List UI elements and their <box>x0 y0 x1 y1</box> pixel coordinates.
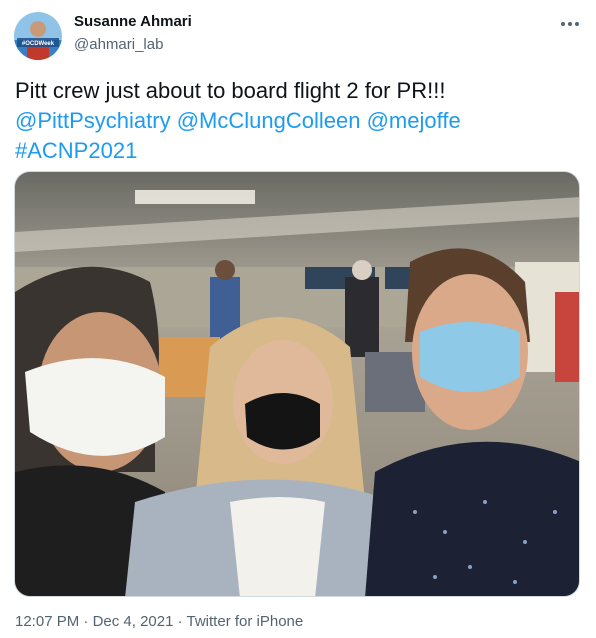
tweet-source[interactable]: Twitter for iPhone <box>187 613 304 630</box>
meta-separator-2: · <box>173 613 187 630</box>
meta-separator: · <box>79 613 93 630</box>
mention-pittpsychiatry[interactable]: @PittPsychiatry <box>15 108 171 133</box>
more-options-icon[interactable] <box>558 12 582 36</box>
mention-mejoffe[interactable]: @mejoffe <box>367 108 461 133</box>
tweet-meta: 12:07 PM · Dec 4, 2021 · Twitter for iPh… <box>15 613 303 630</box>
author-handle[interactable]: @ahmari_lab <box>74 36 163 53</box>
tweet-photo[interactable] <box>14 171 580 597</box>
hashtag-acnp2021[interactable]: #ACNP2021 <box>15 138 137 163</box>
profile-photo-icon: #OCDWeek <box>14 12 62 60</box>
tweet-hashtag-line: #ACNP2021 <box>15 136 575 166</box>
author-avatar[interactable]: #OCDWeek <box>14 12 62 60</box>
author-name[interactable]: Susanne Ahmari <box>74 13 192 30</box>
avatar-badge-text: #OCDWeek <box>22 41 55 47</box>
tweet-mentions-line: @PittPsychiatry @McClungColleen @mejoffe <box>15 106 575 136</box>
mention-mcclungcolleen[interactable]: @McClungColleen <box>177 108 361 133</box>
tweet-time[interactable]: 12:07 PM <box>15 613 79 630</box>
tweet-date[interactable]: Dec 4, 2021 <box>93 613 174 630</box>
tweet-text-line-1: Pitt crew just about to board flight 2 f… <box>15 78 446 103</box>
tweet-card: #OCDWeek Susanne Ahmari @ahmari_lab Pitt… <box>0 0 596 638</box>
airport-selfie-photo-icon <box>15 172 579 596</box>
tweet-text: Pitt crew just about to board flight 2 f… <box>15 76 575 166</box>
